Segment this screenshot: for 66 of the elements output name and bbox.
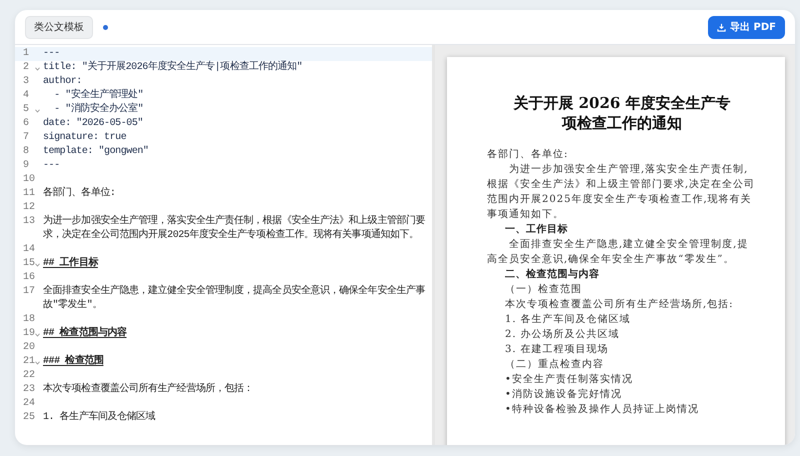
- list-line: 1. 各生产车间及仓储区域: [504, 312, 632, 327]
- code-text: 各部门、各单位:: [43, 188, 116, 199]
- section-heading: 一、工作目标: [504, 222, 569, 237]
- line-number: 23: [23, 384, 36, 395]
- line-number: 11: [23, 188, 36, 199]
- line-number: 19: [23, 328, 36, 339]
- line-number: 17: [23, 286, 36, 297]
- code-text: 全面排查安全生产隐患，建立健全安全管理制度，提高全员安全意识，确保全年安全生产事故"零发生"。: [43, 286, 426, 311]
- section-heading: 二、检查范围与内容: [504, 267, 600, 282]
- code-text: - "消防安全办公室": [53, 104, 144, 115]
- list-line: 2. 办公场所及公共区域: [504, 328, 621, 342]
- code-text: date: "2026-05-05": [43, 118, 143, 129]
- line-number: 20: [23, 342, 36, 353]
- line-number: 12: [23, 202, 36, 213]
- markdown-heading: ### 检查范围: [43, 356, 104, 367]
- fold-chevron-icon[interactable]: [35, 67, 40, 71]
- line-number: 18: [23, 314, 36, 325]
- line-number: 10: [23, 174, 36, 185]
- code-text: signature: true: [43, 132, 126, 143]
- template-button[interactable]: 类公文模板: [25, 16, 93, 38]
- markdown-heading: ## 检查范围与内容: [43, 328, 127, 339]
- line-number: 6: [23, 118, 30, 129]
- code-text: 本次专项检查覆盖公司所有生产经营场所，包括：: [43, 384, 254, 395]
- markdown-heading: ## 工作目标: [43, 258, 98, 269]
- fold-chevron-icon[interactable]: [35, 109, 40, 113]
- fold-chevron-icon[interactable]: [35, 263, 40, 267]
- line-number: 8: [23, 146, 30, 157]
- line-number: 21: [23, 356, 36, 367]
- export-pdf-button[interactable]: 导出 PDF: [708, 16, 785, 38]
- list-line: （二）重点检查内容: [504, 358, 605, 372]
- code-text: ---: [43, 160, 60, 171]
- line-number: 25: [23, 412, 36, 423]
- list-line: •特种设备检验及操作人员持证上岗情况: [504, 402, 700, 417]
- fold-chevron-icon[interactable]: [35, 361, 40, 365]
- list-line: 3. 在建工程项目现场: [504, 342, 610, 357]
- code-text: 1. 各生产车间及仓储区域: [43, 412, 156, 423]
- line-number: 14: [23, 244, 36, 255]
- line-number: 13: [23, 216, 36, 227]
- list-line: •安全生产责任制落实情况: [504, 372, 634, 387]
- download-icon: [717, 22, 726, 32]
- line-number: 16: [23, 272, 36, 283]
- line-number: 4: [23, 90, 30, 101]
- code-text: title: "关于开展2026年度安全生产专|项检查工作的通知": [43, 62, 302, 73]
- document-title: 项检查工作的通知: [560, 113, 683, 133]
- line-number: 3: [23, 76, 30, 87]
- code-text: ---: [43, 48, 60, 59]
- code-text: author:: [43, 76, 82, 87]
- list-line: 本次专项检查覆盖公司所有生产经营场所,包括:: [504, 298, 735, 312]
- list-line: （一）检查范围: [504, 282, 583, 297]
- code-text: 为进一步加强安全生产管理，落实安全生产责任制，根据《安全生产法》和上级主管部门要求，决定在全公司范围内开展2025年度安全生产专项检查工作。现将有关事项通知如下。: [43, 216, 426, 241]
- line-number: 2: [23, 62, 30, 73]
- body-paragraph: 为进一步加强安全生产管理,落实安全生产责任制,根据《安全生产法》和上级主管部门要求,决定在全公司范围内开展2025年度安全生产专项检查工作,现将有关事项通知如下。: [487, 162, 756, 222]
- code-text: - "安全生产管理处": [53, 90, 144, 101]
- salutation-text: 各部门、各单位:: [487, 148, 570, 162]
- line-number: 1: [23, 48, 30, 59]
- line-number: 24: [23, 398, 36, 409]
- code-text: template: "gongwen": [43, 146, 148, 157]
- line-number: 15: [23, 258, 36, 269]
- line-number: 9: [23, 160, 30, 171]
- body-paragraph: 全面排查安全生产隐患,建立健全安全管理制度,提高全员安全意识,确保全年安全生产事故“零发生”。: [487, 238, 750, 267]
- line-number: 5: [23, 104, 30, 115]
- fold-chevron-icon[interactable]: [35, 333, 40, 337]
- list-line: •消防设施设备完好情况: [504, 388, 623, 402]
- line-number: 22: [23, 370, 36, 381]
- line-number: 7: [23, 132, 30, 143]
- document-title: 关于开展 2026 年度安全生产专: [512, 93, 732, 113]
